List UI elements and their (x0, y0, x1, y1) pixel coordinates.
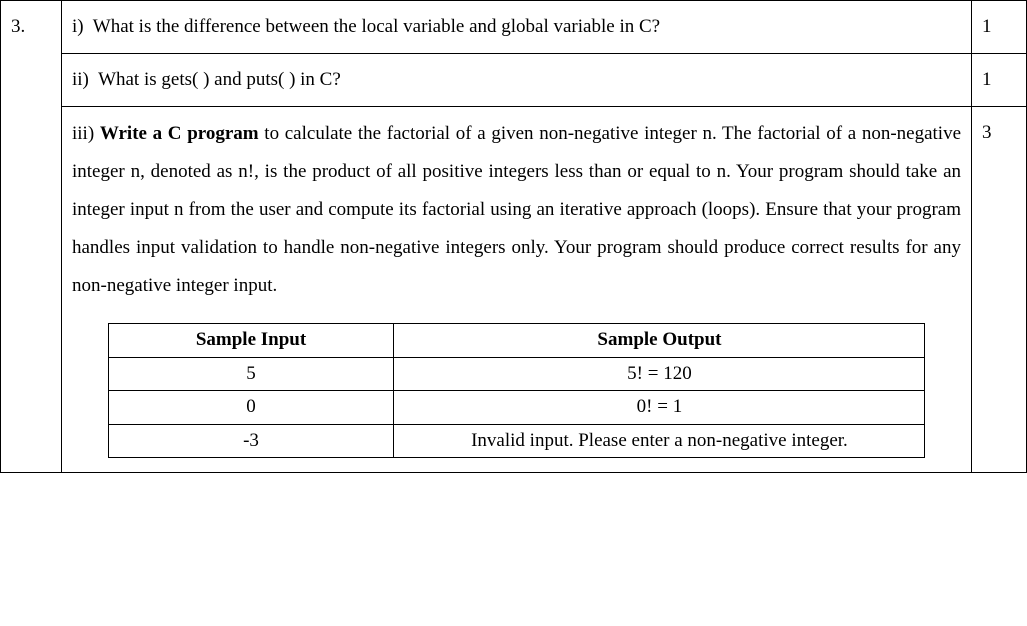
sample-input-header: Sample Input (108, 324, 394, 358)
part-i-text: What is the difference between the local… (93, 16, 660, 37)
table-row: 5 5! = 120 (108, 357, 925, 391)
part-iii-row: iii) Write a C program to calculate the … (1, 107, 1027, 473)
table-row: -3 Invalid input. Please enter a non-neg… (108, 424, 925, 458)
part-iii-cell: iii) Write a C program to calculate the … (62, 107, 972, 473)
part-ii-row: ii) What is gets( ) and puts( ) in C? 1 (1, 54, 1027, 107)
part-i-row: 3. i) What is the difference between the… (1, 1, 1027, 54)
sample-output-cell: Invalid input. Please enter a non-negati… (394, 424, 925, 458)
sample-output-cell: 0! = 1 (394, 391, 925, 425)
exam-question-block: 3. i) What is the difference between the… (0, 0, 1027, 473)
sample-output-cell: 5! = 120 (394, 357, 925, 391)
sample-output-header: Sample Output (394, 324, 925, 358)
sample-io-table: Sample Input Sample Output 5 5! = 120 0 … (108, 323, 926, 458)
part-iii-body: iii) Write a C program to calculate the … (72, 115, 961, 305)
part-iii-bold-lead: Write a C program (100, 123, 259, 144)
part-iii-marks: 3 (972, 107, 1027, 473)
sample-input-cell: 0 (108, 391, 394, 425)
part-i-label: i) (72, 16, 84, 37)
question-table: 3. i) What is the difference between the… (0, 0, 1027, 473)
part-iii-rest: to calculate the factorial of a given no… (72, 123, 961, 296)
part-i-marks: 1 (972, 1, 1027, 54)
part-ii-label: ii) (72, 69, 89, 90)
table-row: 0 0! = 1 (108, 391, 925, 425)
question-number-cell: 3. (1, 1, 62, 473)
question-number: 3. (11, 16, 25, 37)
part-iii-label: iii) (72, 123, 94, 144)
part-ii-marks: 1 (972, 54, 1027, 107)
part-i-cell: i) What is the difference between the lo… (62, 1, 972, 54)
sample-input-cell: -3 (108, 424, 394, 458)
part-ii-text: What is gets( ) and puts( ) in C? (98, 69, 341, 90)
sample-input-cell: 5 (108, 357, 394, 391)
part-ii-cell: ii) What is gets( ) and puts( ) in C? (62, 54, 972, 107)
sample-header-row: Sample Input Sample Output (108, 324, 925, 358)
